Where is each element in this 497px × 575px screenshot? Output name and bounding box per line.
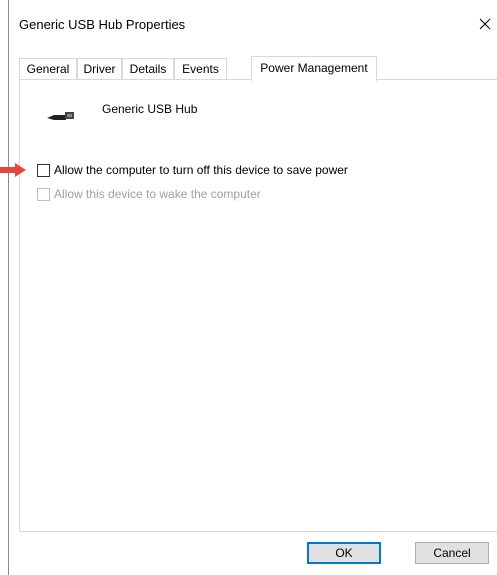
red-arrow-annotation <box>0 163 26 177</box>
tab-power-management[interactable]: Power Management <box>251 56 377 81</box>
cancel-button[interactable]: Cancel <box>415 542 489 564</box>
properties-dialog: Generic USB Hub Properties General Drive… <box>8 0 497 575</box>
tab-events[interactable]: Events <box>174 58 227 80</box>
title-bar[interactable]: Generic USB Hub Properties <box>9 0 497 44</box>
close-icon <box>479 18 491 30</box>
allow-turn-off-checkbox[interactable] <box>37 163 50 177</box>
usb-plug-icon <box>47 112 74 120</box>
tab-driver[interactable]: Driver <box>77 58 122 80</box>
ok-button[interactable]: OK <box>307 542 381 564</box>
tab-general[interactable]: General <box>19 58 77 80</box>
allow-wake-option: Allow this device to wake the computer <box>37 186 261 202</box>
tab-strip: General Driver Details Events Power Mana… <box>19 56 497 81</box>
tab-details[interactable]: Details <box>122 58 174 80</box>
power-management-panel: Generic USB Hub Allow the computer to tu… <box>19 79 497 532</box>
allow-wake-checkbox <box>37 187 50 201</box>
allow-turn-off-option[interactable]: Allow the computer to turn off this devi… <box>37 162 348 178</box>
close-button[interactable] <box>472 9 497 39</box>
allow-turn-off-label[interactable]: Allow the computer to turn off this devi… <box>54 163 348 177</box>
window-title: Generic USB Hub Properties <box>19 17 186 32</box>
device-name: Generic USB Hub <box>102 102 198 116</box>
allow-wake-label: Allow this device to wake the computer <box>54 187 261 201</box>
